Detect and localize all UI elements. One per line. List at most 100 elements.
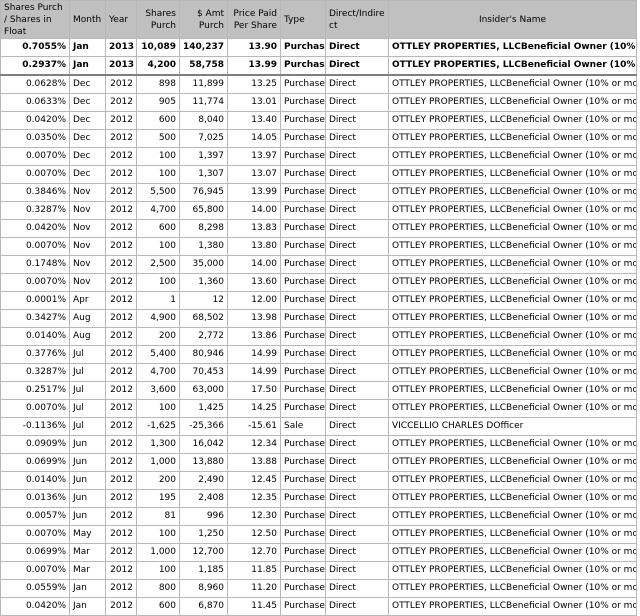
- cell-type: Purchase: [280, 597, 326, 616]
- cell-pct: 0.3287%: [0, 201, 70, 220]
- cell-price: 13.88: [227, 453, 281, 472]
- cell-price: 14.05: [227, 129, 281, 148]
- cell-type: Purchase: [280, 399, 326, 418]
- cell-shares: 5,400: [136, 345, 180, 364]
- cell-pct: 0.3846%: [0, 183, 70, 202]
- table-row: 0.0140% Jun 2012 200 2,490 12.45 Purchase Direc…: [0, 471, 637, 490]
- cell-year: 2012: [105, 327, 137, 346]
- cell-amount: 68,502: [179, 309, 228, 328]
- cell-amount: 7,025: [179, 129, 228, 148]
- table-row: 0.0699% Jun 2012 1,000 13,880 13.88 Purchase Di…: [0, 453, 637, 472]
- cell-type: Purchase: [280, 56, 326, 76]
- cell-shares: 4,900: [136, 309, 180, 328]
- cell-price: 14.00: [227, 201, 281, 220]
- cell-month: Jan: [69, 597, 106, 616]
- cell-direct: Direct: [325, 363, 389, 382]
- cell-shares: 3,600: [136, 381, 180, 400]
- cell-direct: Direct: [325, 543, 389, 562]
- cell-shares: 100: [136, 561, 180, 580]
- cell-amount: 11,774: [179, 93, 228, 112]
- cell-year: 2012: [105, 543, 137, 562]
- cell-type: Purchase: [280, 543, 326, 562]
- cell-shares: 100: [136, 147, 180, 166]
- cell-insider-name: OTTLEY PROPERTIES, LLCBeneficial Owner (…: [388, 345, 637, 364]
- cell-shares: 100: [136, 399, 180, 418]
- table-row: 0.0699% Mar 2012 1,000 12,700 12.70 Purchase Di…: [0, 543, 637, 562]
- cell-direct: Direct: [325, 38, 389, 57]
- header-insider-name: Insider's Name: [388, 0, 637, 39]
- cell-direct: Direct: [325, 345, 389, 364]
- cell-year: 2012: [105, 273, 137, 292]
- cell-amount: 80,946: [179, 345, 228, 364]
- cell-year: 2012: [105, 255, 137, 274]
- cell-pct: 0.0699%: [0, 453, 70, 472]
- cell-direct: Direct: [325, 111, 389, 130]
- cell-amount: 76,945: [179, 183, 228, 202]
- cell-pct: 0.0420%: [0, 219, 70, 238]
- cell-type: Purchase: [280, 363, 326, 382]
- cell-insider-name: OTTLEY PROPERTIES, LLCBeneficial Owner (…: [388, 56, 637, 76]
- cell-price: 12.34: [227, 435, 281, 454]
- cell-price: 12.70: [227, 543, 281, 562]
- cell-year: 2012: [105, 129, 137, 148]
- table-row: 0.0136% Jun 2012 195 2,408 12.35 Purchase Direc…: [0, 489, 637, 508]
- cell-month: Dec: [69, 111, 106, 130]
- cell-type: Purchase: [280, 345, 326, 364]
- cell-amount: 65,800: [179, 201, 228, 220]
- cell-year: 2012: [105, 489, 137, 508]
- cell-direct: Direct: [325, 381, 389, 400]
- cell-type: Purchase: [280, 129, 326, 148]
- cell-pct: 0.1748%: [0, 255, 70, 274]
- cell-pct: 0.0057%: [0, 507, 70, 526]
- cell-shares: 81: [136, 507, 180, 526]
- cell-direct: Direct: [325, 237, 389, 256]
- table-row: 0.7055%Jan201310,089140,23713.90Purchase…: [0, 38, 637, 57]
- cell-type: Purchase: [280, 327, 326, 346]
- table-row: 0.0057% Jun 2012 81 996 12.30 Purchase Direct OT…: [0, 507, 637, 526]
- cell-month: Nov: [69, 201, 106, 220]
- cell-month: May: [69, 525, 106, 544]
- header-year: Year: [105, 0, 137, 39]
- table-row: 0.0909% Jun 2012 1,300 16,042 12.34 Purchase Di…: [0, 435, 637, 454]
- cell-year: 2012: [105, 471, 137, 490]
- cell-price: 13.80: [227, 237, 281, 256]
- cell-shares: 905: [136, 93, 180, 112]
- cell-type: Purchase: [280, 579, 326, 598]
- cell-price: 12.50: [227, 525, 281, 544]
- cell-year: 2012: [105, 435, 137, 454]
- cell-amount: 6,870: [179, 597, 228, 616]
- cell-pct: 0.0070%: [0, 165, 70, 184]
- cell-amount: 2,408: [179, 489, 228, 508]
- cell-direct: Direct: [325, 561, 389, 580]
- cell-pct: 0.0070%: [0, 237, 70, 256]
- cell-direct: Direct: [325, 183, 389, 202]
- cell-month: Dec: [69, 129, 106, 148]
- cell-amount: 12: [179, 291, 228, 310]
- cell-type: Purchase: [280, 165, 326, 184]
- cell-direct: Direct: [325, 219, 389, 238]
- cell-insider-name: OTTLEY PROPERTIES, LLCBeneficial Owner (…: [388, 309, 637, 328]
- cell-insider-name: OTTLEY PROPERTIES, LLCBeneficial Owner (…: [388, 543, 637, 562]
- cell-year: 2012: [105, 597, 137, 616]
- cell-shares: 100: [136, 165, 180, 184]
- cell-insider-name: OTTLEY PROPERTIES, LLCBeneficial Owner (…: [388, 201, 637, 220]
- table-row: 0.0140% Aug 2012 200 2,772 13.86 Purchase Direc…: [0, 327, 637, 346]
- cell-direct: Direct: [325, 525, 389, 544]
- cell-direct: Direct: [325, 579, 389, 598]
- header-row: Shares Purch / Shares in Float Month Yea…: [0, 0, 637, 39]
- cell-year: 2012: [105, 561, 137, 580]
- cell-month: Dec: [69, 165, 106, 184]
- cell-type: Purchase: [280, 489, 326, 508]
- cell-shares: -1,625: [136, 417, 180, 436]
- table-row: 0.0350% Dec 2012 500 7,025 14.05 Purchase Direc…: [0, 129, 637, 148]
- cell-amount: 63,000: [179, 381, 228, 400]
- table-row: 0.0001% Apr 2012 1 12 12.00 Purchase Direct OTTL…: [0, 291, 637, 310]
- cell-amount: 1,360: [179, 273, 228, 292]
- cell-type: Purchase: [280, 507, 326, 526]
- cell-type: Purchase: [280, 147, 326, 166]
- cell-amount: 13,880: [179, 453, 228, 472]
- cell-amount: 2,490: [179, 471, 228, 490]
- cell-pct: 0.0070%: [0, 561, 70, 580]
- cell-price: 11.85: [227, 561, 281, 580]
- cell-year: 2013: [105, 56, 137, 76]
